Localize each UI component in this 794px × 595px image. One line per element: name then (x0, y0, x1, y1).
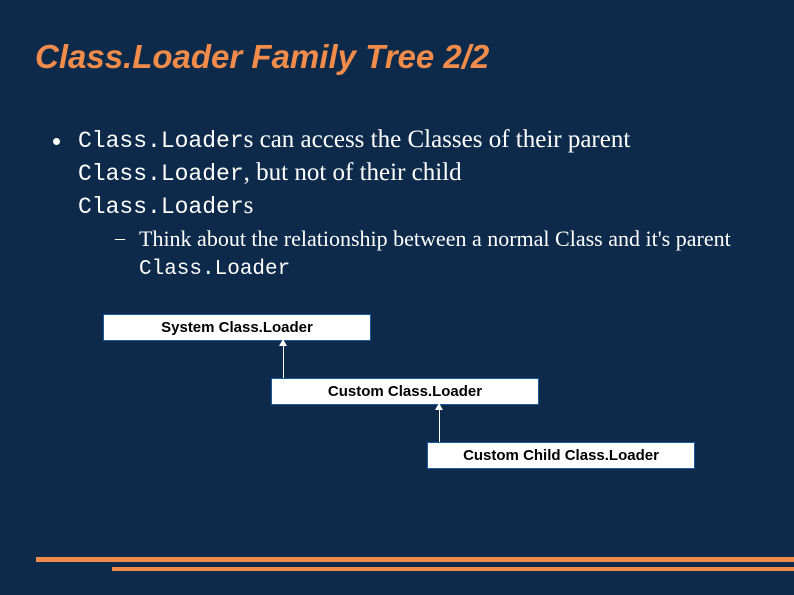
diagram-box-custom-child: Custom Child Class.Loader (427, 442, 695, 469)
text-segment: s can access the Classes of their parent (244, 126, 631, 153)
code-classloader: Class.Loader (139, 258, 290, 281)
main-bullet: Class.Loaders can access the Classes of … (53, 124, 759, 223)
code-classloader: Class.Loader (78, 128, 244, 154)
arrowhead-icon (435, 403, 443, 410)
diagram-box-system: System Class.Loader (103, 314, 371, 341)
text-segment: s (244, 192, 254, 219)
main-bullet-text: Class.Loaders can access the Classes of … (78, 124, 759, 223)
arrowhead-icon (279, 339, 287, 346)
slide-title: Class.Loader Family Tree 2/2 (35, 38, 759, 76)
divider-line (112, 567, 794, 571)
text-segment: , but not of their child (244, 159, 462, 186)
footer-decoration (0, 557, 794, 571)
sub-bullet-text: Think about the relationship between a n… (139, 225, 759, 284)
divider-line (36, 557, 794, 562)
text-segment: Think about the relationship between a n… (139, 226, 731, 251)
sub-bullet: – Think about the relationship between a… (115, 225, 759, 284)
dash-icon: – (115, 227, 125, 250)
code-classloader: Class.Loader (78, 161, 244, 187)
diagram-box-custom: Custom Class.Loader (271, 378, 539, 405)
classloader-diagram: System Class.Loader Custom Class.Loader … (35, 314, 759, 489)
code-classloader: Class.Loader (78, 194, 244, 220)
bullet-dot-icon (53, 138, 60, 145)
